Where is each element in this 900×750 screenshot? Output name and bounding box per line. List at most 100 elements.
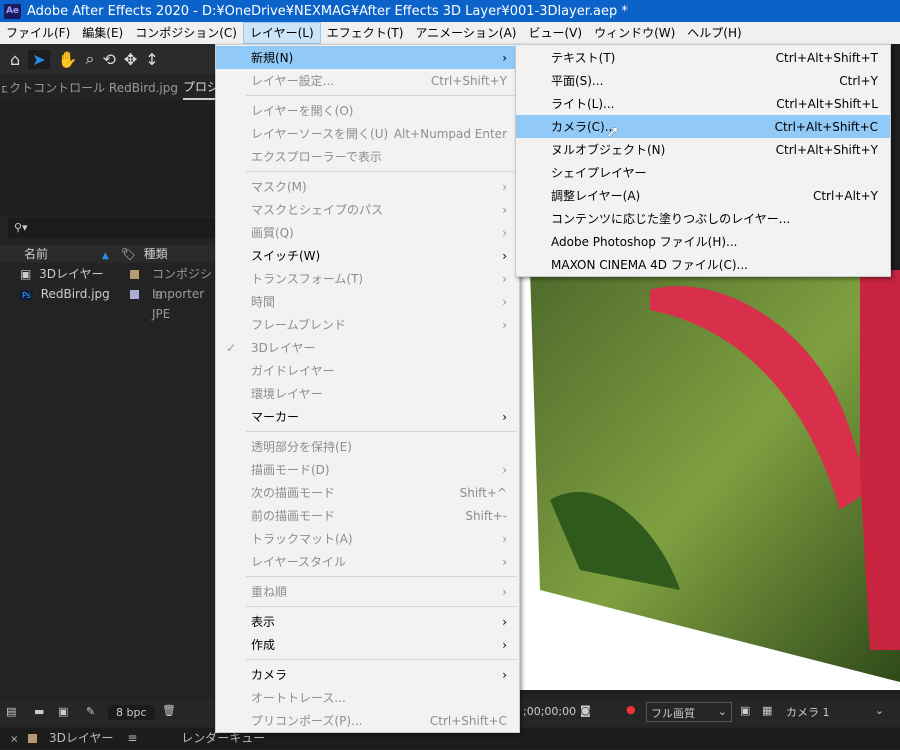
menu-item-label: ガイドレイヤー bbox=[251, 364, 335, 378]
menu-item[interactable]: フレームブレンド › bbox=[216, 313, 519, 336]
menu-8[interactable]: ヘルプ(H) bbox=[681, 22, 747, 44]
menu-item[interactable]: 作成 › bbox=[216, 633, 519, 656]
project-item[interactable]: Ps RedBird.jpg Importer JPE bbox=[0, 284, 215, 321]
menu-item[interactable]: トラックマット(A) › bbox=[216, 527, 519, 550]
menu-item[interactable]: 画質(Q) › bbox=[216, 221, 519, 244]
new-composition-icon[interactable]: ▣ bbox=[58, 705, 68, 718]
menu-item[interactable]: ヌルオブジェクト(N) Ctrl+Alt+Shift+Y bbox=[516, 138, 890, 161]
new-folder-icon[interactable]: ▬ bbox=[34, 705, 44, 718]
menu-3[interactable]: レイヤー(L) bbox=[242, 22, 321, 44]
menu-item[interactable]: 次の描画モード Shift+^ bbox=[216, 481, 519, 504]
selection-tool-icon[interactable]: ➤ bbox=[28, 49, 50, 69]
menu-item[interactable]: エクスプローラーで表示 bbox=[216, 145, 519, 168]
menu-item[interactable]: ライト(L)... Ctrl+Alt+Shift+L bbox=[516, 92, 890, 115]
menu-item[interactable]: 透明部分を保持(E) bbox=[216, 435, 519, 458]
project-item[interactable]: ▣ 3Dレイヤー コンポジショ bbox=[0, 264, 215, 301]
menu-item[interactable]: プリコンポーズ(P)... Ctrl+Shift+C bbox=[216, 709, 519, 732]
menu-4[interactable]: エフェクト(T) bbox=[321, 22, 410, 44]
tab-menu-icon[interactable]: ≡ bbox=[127, 731, 137, 745]
dolly-tool-icon[interactable]: ↕ bbox=[145, 50, 158, 69]
menu-item[interactable]: ✓ 3Dレイヤー bbox=[216, 336, 519, 359]
camera-view-dropdown[interactable]: カメラ 1 ⌄ bbox=[782, 702, 888, 722]
tab-effect-controls-wrap: エフェクトコントロール RedBird.jpg bbox=[2, 76, 178, 100]
menu-item[interactable]: 環境レイヤー bbox=[216, 382, 519, 405]
menu-item[interactable]: シェイプレイヤー bbox=[516, 161, 890, 184]
tab-3d-layer[interactable]: 3Dレイヤー bbox=[49, 731, 114, 745]
chevron-right-icon: › bbox=[502, 637, 507, 652]
menu-item-label: カメラ bbox=[251, 668, 288, 682]
chevron-right-icon: › bbox=[502, 271, 507, 286]
menu-separator bbox=[216, 573, 519, 580]
menu-item[interactable]: レイヤーを開く(O) bbox=[216, 99, 519, 122]
zoom-tool-icon[interactable]: ⌕ bbox=[85, 49, 94, 69]
label-color-swatch[interactable] bbox=[130, 290, 139, 299]
tab-project[interactable]: プロジ bbox=[183, 76, 215, 100]
trash-icon[interactable]: 🗑 bbox=[162, 704, 176, 717]
region-of-interest-icon[interactable]: ▣ bbox=[740, 704, 750, 717]
menu-item[interactable]: カメラ › bbox=[216, 663, 519, 686]
menu-2[interactable]: コンポジション(C) bbox=[129, 22, 243, 44]
tab-effect-controls[interactable]: エフェクトコントロール RedBird.jpg bbox=[2, 76, 178, 100]
resolution-dropdown[interactable]: フル画質 ⌄ bbox=[646, 702, 732, 722]
hand-tool-icon[interactable]: ✋ bbox=[58, 50, 78, 69]
menu-item-label: 新規(N) bbox=[251, 51, 294, 65]
timecode[interactable]: ;00;00;00 bbox=[523, 705, 576, 718]
menu-item-label: マスク(M) bbox=[251, 180, 307, 194]
close-tab-icon[interactable]: × bbox=[10, 734, 18, 745]
menu-item[interactable]: 重ね順 › bbox=[216, 580, 519, 603]
snapshot-icon[interactable]: ◙ bbox=[580, 704, 591, 717]
menu-1[interactable]: 編集(E) bbox=[76, 22, 129, 44]
shortcut-label: Ctrl+Shift+Y bbox=[430, 73, 507, 88]
menu-item-label: 時間 bbox=[251, 295, 276, 309]
menu-7[interactable]: ウィンドウ(W) bbox=[588, 22, 681, 44]
pan-tool-icon[interactable]: ✥ bbox=[124, 50, 137, 69]
menu-item[interactable]: 調整レイヤー(A) Ctrl+Alt+Y bbox=[516, 184, 890, 207]
composition-canvas[interactable] bbox=[520, 270, 900, 690]
channel-icon[interactable]: ● bbox=[626, 703, 636, 716]
menu-5[interactable]: アニメーション(A) bbox=[409, 22, 522, 44]
menu-item[interactable]: 表示 › bbox=[216, 610, 519, 633]
menu-item[interactable]: テキスト(T) Ctrl+Alt+Shift+T bbox=[516, 46, 890, 69]
menu-item[interactable]: 描画モード(D) › bbox=[216, 458, 519, 481]
menu-item-label: テキスト(T) bbox=[551, 51, 616, 65]
menu-item[interactable]: コンテンツに応じた塗りつぶしのレイヤー... bbox=[516, 207, 890, 230]
menu-item[interactable]: マスク(M) › bbox=[216, 175, 519, 198]
menu-item-label: レイヤースタイル bbox=[251, 555, 347, 569]
interpret-footage-icon[interactable]: ▤ bbox=[6, 705, 16, 718]
home-icon[interactable]: ⌂ bbox=[10, 50, 20, 69]
menu-0[interactable]: ファイル(F) bbox=[0, 22, 76, 44]
sort-ascending-icon[interactable]: ▲ bbox=[102, 251, 109, 261]
menu-item[interactable]: マスクとシェイプのパス › bbox=[216, 198, 519, 221]
menu-item[interactable]: 前の描画モード Shift+- bbox=[216, 504, 519, 527]
menu-6[interactable]: ビュー(V) bbox=[522, 22, 588, 44]
menu-item[interactable]: レイヤーソースを開く(U) Alt+Numpad Enter bbox=[216, 122, 519, 145]
menu-item[interactable]: 新規(N) › bbox=[216, 46, 519, 69]
menu-item[interactable]: レイヤースタイル › bbox=[216, 550, 519, 573]
label-tag-icon[interactable]: 🏷 bbox=[121, 247, 136, 261]
menu-item-label: 平面(S)... bbox=[551, 74, 604, 88]
tab-render-queue[interactable]: レンダーキュー bbox=[181, 731, 265, 745]
shortcut-label: Ctrl+Y bbox=[839, 73, 878, 88]
menu-item[interactable]: Adobe Photoshop ファイル(H)... bbox=[516, 230, 890, 253]
menu-item[interactable]: ガイドレイヤー bbox=[216, 359, 519, 382]
bit-depth-button[interactable]: 8 bpc bbox=[108, 705, 155, 720]
orbit-tool-icon[interactable]: ⟲ bbox=[102, 50, 115, 69]
label-color-swatch[interactable] bbox=[130, 270, 139, 279]
menu-item[interactable]: スイッチ(W) › bbox=[216, 244, 519, 267]
menu-item[interactable]: カメラ(C)... Ctrl+Alt+Shift+C bbox=[516, 115, 890, 138]
menu-item-label: 描画モード(D) bbox=[251, 463, 330, 477]
chevron-right-icon: › bbox=[502, 294, 507, 309]
menu-item[interactable]: 平面(S)... Ctrl+Y bbox=[516, 69, 890, 92]
menu-item[interactable]: 時間 › bbox=[216, 290, 519, 313]
menu-item[interactable]: レイヤー設定... Ctrl+Shift+Y bbox=[216, 69, 519, 92]
transparency-grid-icon[interactable]: ▦ bbox=[762, 704, 772, 717]
menu-separator bbox=[216, 168, 519, 175]
menu-item[interactable]: MAXON CINEMA 4D ファイル(C)... bbox=[516, 253, 890, 276]
column-type[interactable]: 種類 bbox=[144, 247, 168, 261]
menu-item[interactable]: オートトレース... bbox=[216, 686, 519, 709]
column-name[interactable]: 名前 bbox=[24, 247, 48, 261]
project-search-input[interactable]: ⚲▾ bbox=[8, 218, 215, 238]
menu-item[interactable]: マーカー › bbox=[216, 405, 519, 428]
render-icon[interactable]: ✎ bbox=[86, 705, 95, 718]
menu-item[interactable]: トランスフォーム(T) › bbox=[216, 267, 519, 290]
